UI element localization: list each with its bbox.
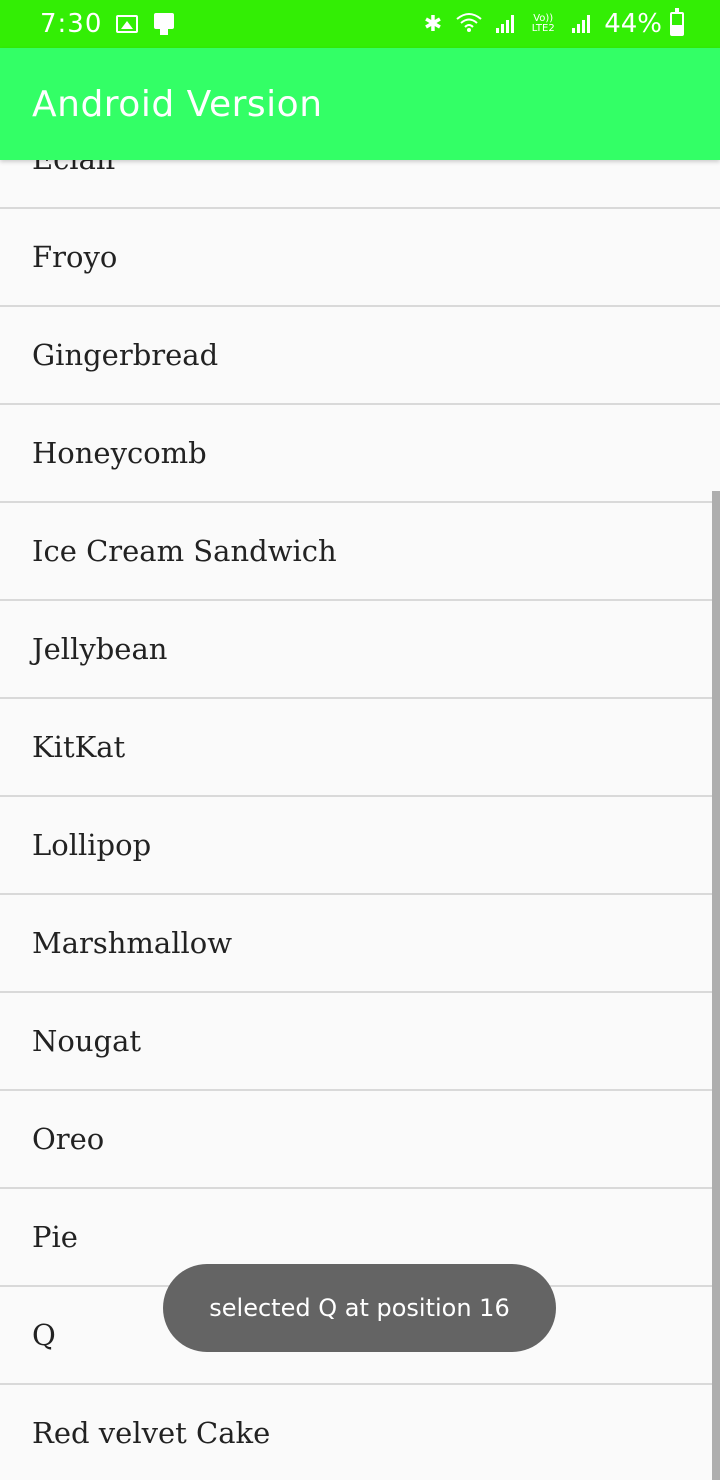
list-item-label: Marshmallow — [32, 926, 233, 960]
battery-fill — [672, 25, 682, 34]
volte-label: Vo)) LTE2 — [531, 13, 555, 34]
list-item[interactable]: Gingerbread — [0, 307, 720, 405]
list-item[interactable]: Oreo — [0, 1091, 720, 1189]
toast-text: selected Q at position 16 — [209, 1294, 510, 1322]
list-item[interactable]: Ice Cream Sandwich — [0, 503, 720, 601]
signal-icon — [496, 15, 515, 33]
app-bar: Android Version — [0, 48, 720, 160]
signal-icon — [572, 15, 591, 33]
list-item-label: Pie — [32, 1220, 78, 1254]
list-item-label: Oreo — [32, 1122, 105, 1156]
list-item-label: KitKat — [32, 730, 126, 764]
status-time: 7:30 — [40, 9, 103, 39]
status-left: 7:30 — [40, 9, 176, 39]
list-item[interactable]: Nougat — [0, 993, 720, 1091]
status-bar: 7:30 ✱ Vo)) LTE2 44% — [0, 0, 720, 48]
status-right: ✱ Vo)) LTE2 44% — [423, 8, 684, 39]
list-item[interactable]: KitKat — [0, 699, 720, 797]
device-icon — [152, 13, 176, 35]
list-item-label: Jellybean — [32, 632, 168, 666]
list-item-label: Ice Cream Sandwich — [32, 534, 337, 568]
list-item-label: Honeycomb — [32, 436, 207, 470]
battery-icon — [670, 8, 684, 36]
toast-message: selected Q at position 16 — [163, 1264, 556, 1352]
list-item-label: Froyo — [32, 240, 118, 274]
list-item[interactable]: Lollipop — [0, 797, 720, 895]
list-item-label: Gingerbread — [32, 338, 219, 372]
battery-percent: 44% — [604, 9, 662, 39]
list-item[interactable]: Jellybean — [0, 601, 720, 699]
app-title: Android Version — [32, 83, 323, 125]
list-item-label: Lollipop — [32, 828, 152, 862]
list-item-label: Q — [32, 1318, 56, 1352]
list-scrollbar[interactable] — [712, 491, 720, 1480]
wifi-icon — [456, 12, 482, 37]
list-item[interactable]: Red velvet Cake — [0, 1385, 720, 1480]
list-item[interactable]: Honeycomb — [0, 405, 720, 503]
list-item-label: Nougat — [32, 1024, 142, 1058]
gallery-icon — [116, 15, 139, 33]
list-item[interactable]: Froyo — [0, 209, 720, 307]
list-item-label: Red velvet Cake — [32, 1416, 271, 1450]
list-item[interactable]: Marshmallow — [0, 895, 720, 993]
bluetooth-icon: ✱ — [423, 11, 443, 37]
